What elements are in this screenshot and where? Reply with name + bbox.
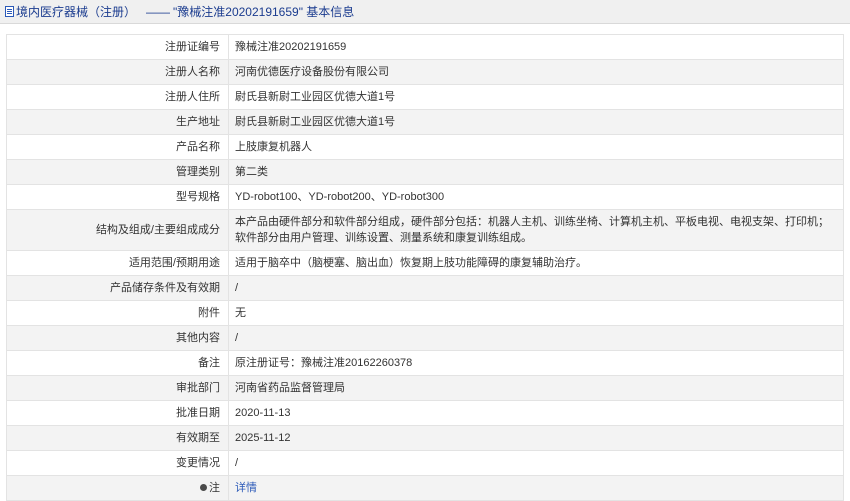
row-value: 尉氏县新尉工业园区优德大道1号 — [228, 84, 844, 110]
row-label: 结构及组成/主要组成成分 — [6, 209, 229, 251]
table-row: 生产地址 尉氏县新尉工业园区优德大道1号 — [6, 109, 844, 135]
header-title: "豫械注准20202191659" 基本信息 — [173, 5, 355, 19]
row-label: 产品名称 — [6, 134, 229, 160]
row-label: 审批部门 — [6, 375, 229, 401]
table-row: 批准日期 2020-11-13 — [6, 400, 844, 426]
row-value: 河南省药品监督管理局 — [228, 375, 844, 401]
row-label: 备注 — [6, 350, 229, 376]
row-label: 其他内容 — [6, 325, 229, 351]
table-row: 变更情况 / — [6, 450, 844, 476]
note-bullet-icon — [200, 484, 207, 491]
table-row: 其他内容 / — [6, 325, 844, 351]
row-label: 产品储存条件及有效期 — [6, 275, 229, 301]
row-label: 生产地址 — [6, 109, 229, 135]
table-row: 型号规格 YD-robot100、YD-robot200、YD-robot300 — [6, 184, 844, 210]
row-value: 2020-11-13 — [228, 400, 844, 426]
info-table: 注册证编号 豫械注准20202191659 注册人名称 河南优德医疗设备股份有限… — [6, 34, 844, 501]
table-row: 审批部门 河南省药品监督管理局 — [6, 375, 844, 401]
table-row: 适用范围/预期用途 适用于脑卒中（脑梗塞、脑出血）恢复期上肢功能障碍的康复辅助治… — [6, 250, 844, 276]
row-label: 型号规格 — [6, 184, 229, 210]
table-row: 注册证编号 豫械注准20202191659 — [6, 34, 844, 60]
row-label: 批准日期 — [6, 400, 229, 426]
row-label: 注册人住所 — [6, 84, 229, 110]
row-value: 本产品由硬件部分和软件部分组成，硬件部分包括：机器人主机、训练坐椅、计算机主机、… — [228, 209, 844, 251]
row-value: YD-robot100、YD-robot200、YD-robot300 — [228, 184, 844, 210]
document-icon — [5, 6, 14, 17]
row-value: 河南优德医疗设备股份有限公司 — [228, 59, 844, 85]
table-row: 注册人名称 河南优德医疗设备股份有限公司 — [6, 59, 844, 85]
row-value: 第二类 — [228, 159, 844, 185]
row-value: 豫械注准20202191659 — [228, 34, 844, 60]
row-label: 注册人名称 — [6, 59, 229, 85]
header-separator: —— — [146, 5, 171, 19]
row-value: / — [228, 450, 844, 476]
row-value: / — [228, 325, 844, 351]
row-value: 适用于脑卒中（脑梗塞、脑出血）恢复期上肢功能障碍的康复辅助治疗。 — [228, 250, 844, 276]
row-value: / — [228, 275, 844, 301]
table-row: 结构及组成/主要组成成分 本产品由硬件部分和软件部分组成，硬件部分包括：机器人主… — [6, 209, 844, 251]
row-value: 原注册证号：豫械注准20162260378 — [228, 350, 844, 376]
table-row: 附件 无 — [6, 300, 844, 326]
row-value: 尉氏县新尉工业园区优德大道1号 — [228, 109, 844, 135]
details-link[interactable]: 详情 — [235, 482, 257, 494]
row-value: 2025-11-12 — [228, 425, 844, 451]
table-row: 产品名称 上肢康复机器人 — [6, 134, 844, 160]
row-label: 管理类别 — [6, 159, 229, 185]
row-label: 注册证编号 — [6, 34, 229, 60]
note-value-cell: 详情 — [228, 475, 844, 501]
row-label: 附件 — [6, 300, 229, 326]
table-row: 管理类别 第二类 — [6, 159, 844, 185]
row-label: 变更情况 — [6, 450, 229, 476]
table-row: 有效期至 2025-11-12 — [6, 425, 844, 451]
note-row: 注 详情 — [6, 475, 844, 501]
page-header: 境内医疗器械（注册） —— "豫械注准20202191659" 基本信息 — [0, 0, 850, 24]
note-label-cell: 注 — [6, 475, 229, 501]
table-row: 注册人住所 尉氏县新尉工业园区优德大道1号 — [6, 84, 844, 110]
row-value: 上肢康复机器人 — [228, 134, 844, 160]
row-label: 有效期至 — [6, 425, 229, 451]
row-label: 适用范围/预期用途 — [6, 250, 229, 276]
header-category: 境内医疗器械（注册） — [16, 5, 137, 19]
row-value: 无 — [228, 300, 844, 326]
note-label: 注 — [209, 482, 220, 494]
table-row: 产品储存条件及有效期 / — [6, 275, 844, 301]
table-row: 备注 原注册证号：豫械注准20162260378 — [6, 350, 844, 376]
